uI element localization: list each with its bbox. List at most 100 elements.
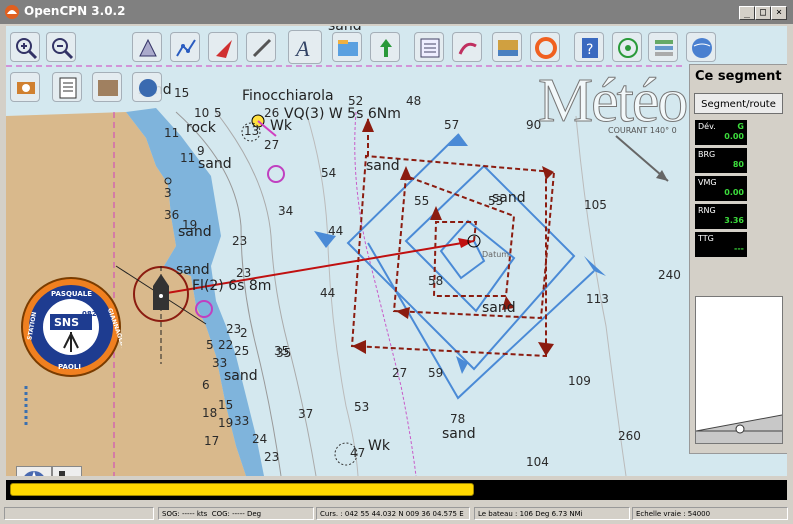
depth-label: 78 (450, 412, 466, 426)
maximize-button[interactable]: □ (755, 6, 771, 20)
depth-label: 5 (206, 338, 214, 352)
depth-label: 27 (264, 138, 280, 152)
seabed-label: sand (176, 262, 210, 278)
depth-label: 54 (321, 166, 337, 180)
dev-readout: Dév. G 0.00 (695, 120, 747, 145)
target-icon (618, 38, 638, 58)
depth-label: 37 (298, 407, 314, 421)
opencpn-logo-icon (5, 5, 19, 19)
depth-label: 53 (354, 400, 370, 414)
depth-label: 35 (274, 344, 290, 358)
print-button[interactable] (10, 72, 40, 102)
progress-bar (6, 480, 787, 500)
rock-label: rock (186, 120, 216, 136)
depth-label: 15 (218, 398, 234, 412)
current-icon (498, 40, 518, 56)
mob-button[interactable] (530, 32, 560, 62)
chart-canvas[interactable]: 13 11 9 10 15 5 11 3 36 19 34 23 23 2 27… (6, 26, 787, 476)
depth-label: 44 (320, 286, 336, 300)
chart-open-icon (338, 40, 358, 56)
measure-icon (252, 38, 272, 58)
wreck-label: Wk (368, 438, 390, 454)
ttg-readout: TTG --- (695, 232, 747, 257)
help-button[interactable]: ? (574, 32, 604, 62)
depth-label: 11 (164, 126, 180, 140)
segment-panel: Ce segment Segment/route Dév. G 0.00 BRG… (689, 64, 787, 454)
segment-route-button[interactable]: Segment/route (694, 93, 783, 114)
zoom-out-button[interactable] (46, 32, 76, 62)
ais-button[interactable] (132, 72, 162, 102)
depth-label: 109 (568, 374, 591, 388)
depth-label: 2 (240, 326, 248, 340)
seabed-label: sand (442, 426, 476, 442)
quilt-button[interactable] (132, 32, 162, 62)
datum-label: Datum (482, 250, 510, 259)
depth-label: 17 (204, 434, 220, 448)
measure-button[interactable] (246, 32, 276, 62)
route-manager-button[interactable] (452, 32, 482, 62)
depth-label: 260 (618, 429, 641, 443)
globe-button[interactable] (686, 32, 716, 62)
depth-label: 23 (264, 450, 280, 464)
settings-button[interactable] (414, 32, 444, 62)
zoom-out-icon (52, 38, 74, 60)
text-button[interactable]: A (288, 30, 322, 64)
notes-icon (59, 77, 77, 99)
record-icon (59, 471, 65, 476)
buoy-icon (267, 165, 285, 183)
close-button[interactable]: × (771, 6, 787, 20)
track-record-button[interactable] (52, 466, 82, 476)
depth-label: 58 (428, 274, 444, 288)
depth-label: 34 (278, 204, 294, 218)
vmg-readout: VMG 0.00 (695, 176, 747, 201)
layers-icon (655, 40, 673, 56)
photo-button[interactable] (92, 72, 122, 102)
target-button[interactable] (612, 32, 642, 62)
seabed-label: sand (178, 224, 212, 240)
print-icon (17, 82, 35, 94)
depth-label: 59 (428, 366, 444, 380)
seabed-label: sand (224, 368, 258, 384)
photo-icon (98, 80, 118, 96)
zoom-in-icon (16, 38, 38, 60)
globe-icon (692, 38, 712, 58)
seabed-label: sand (482, 300, 516, 316)
rng-readout: RNG 3.36 (695, 204, 747, 229)
zoom-in-button[interactable] (10, 32, 40, 62)
depth-label: 33 (234, 414, 250, 428)
depth-profile-graph (695, 296, 783, 444)
svg-text:082: 082 (82, 310, 97, 318)
main-toolbar: A ? (6, 26, 786, 112)
autofollow-button[interactable] (208, 32, 238, 62)
depth-label: 27 (392, 366, 408, 380)
status-bar: SOG: ----- kts COG: ----- Deg Curs. : 04… (0, 503, 793, 524)
north-up-toggle[interactable] (16, 466, 52, 476)
depth-label: 44 (328, 224, 344, 238)
depth-label: 13 (244, 124, 260, 138)
current-button[interactable] (492, 32, 522, 62)
svg-text:?: ? (586, 42, 593, 58)
sea-level-button[interactable] (370, 32, 400, 62)
depth-label: 36 (164, 208, 180, 222)
seabed-label: sand (198, 156, 232, 172)
depth-label: 3 (164, 186, 172, 200)
chart-quilt-icon (139, 38, 157, 57)
minimize-button[interactable]: _ (739, 6, 755, 20)
light-label: Fl(2) 6s 8m (192, 278, 272, 294)
status-sog-cog: SOG: ----- kts COG: ----- Deg (158, 507, 314, 520)
help-icon: ? (582, 38, 598, 58)
chart-open-button[interactable] (332, 32, 362, 62)
depth-label: 11 (180, 151, 196, 165)
mob-icon (535, 37, 557, 59)
depth-label: 18 (202, 406, 218, 420)
status-boat: Le bateau : 106 Deg 6.73 NMi (474, 507, 630, 520)
notes-button[interactable] (52, 72, 82, 102)
ais-icon (139, 79, 157, 97)
title-bar[interactable]: OpenCPN 3.0.2 _ □ × (0, 0, 793, 24)
svg-text:SNS: SNS (54, 316, 79, 329)
autofollow-icon (216, 40, 232, 58)
route-button[interactable] (170, 32, 200, 62)
depth-label: 25 (234, 344, 250, 358)
sns-station-logo: SNS 082 PASQUALE PAOLI STATION GIANNAGLI… (21, 277, 122, 377)
layers-button[interactable] (648, 32, 678, 62)
